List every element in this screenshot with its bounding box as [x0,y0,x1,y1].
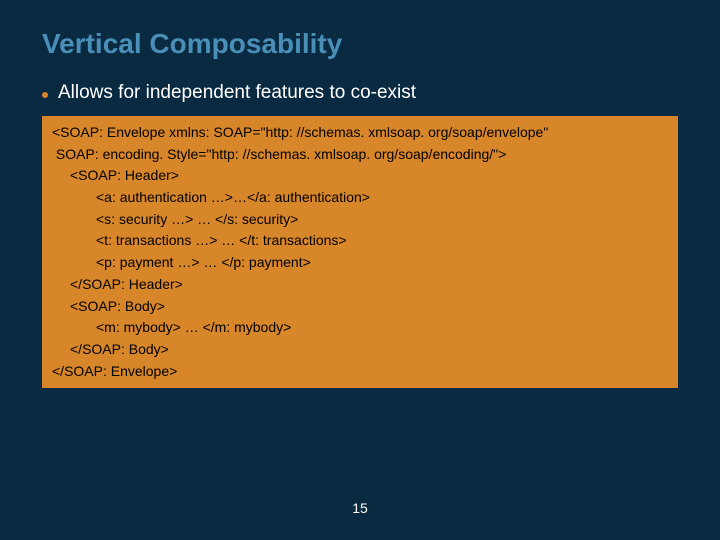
code-line: <SOAP: Header> [52,165,668,187]
code-line: SOAP: encoding. Style="http: //schemas. … [52,144,668,166]
code-line: </SOAP: Envelope> [52,361,668,383]
page-number: 15 [0,500,720,516]
code-line: <a: authentication …>…</a: authenticatio… [52,187,668,209]
bullet-item: Allows for independent features to co-ex… [42,82,678,104]
code-line: </SOAP: Body> [52,339,668,361]
code-line: <t: transactions …> … </t: transactions> [52,230,668,252]
code-block: <SOAP: Envelope xmlns: SOAP="http: //sch… [42,116,678,388]
bullet-dot-icon [42,92,48,98]
code-line: <SOAP: Body> [52,296,668,318]
code-line: <SOAP: Envelope xmlns: SOAP="http: //sch… [52,122,668,144]
code-line: <s: security …> … </s: security> [52,209,668,231]
slide-title: Vertical Composability [42,28,678,60]
code-line: </SOAP: Header> [52,274,668,296]
bullet-text: Allows for independent features to co-ex… [58,82,416,104]
slide: Vertical Composability Allows for indepe… [0,0,720,540]
code-line: <m: mybody> … </m: mybody> [52,317,668,339]
code-line: <p: payment …> … </p: payment> [52,252,668,274]
